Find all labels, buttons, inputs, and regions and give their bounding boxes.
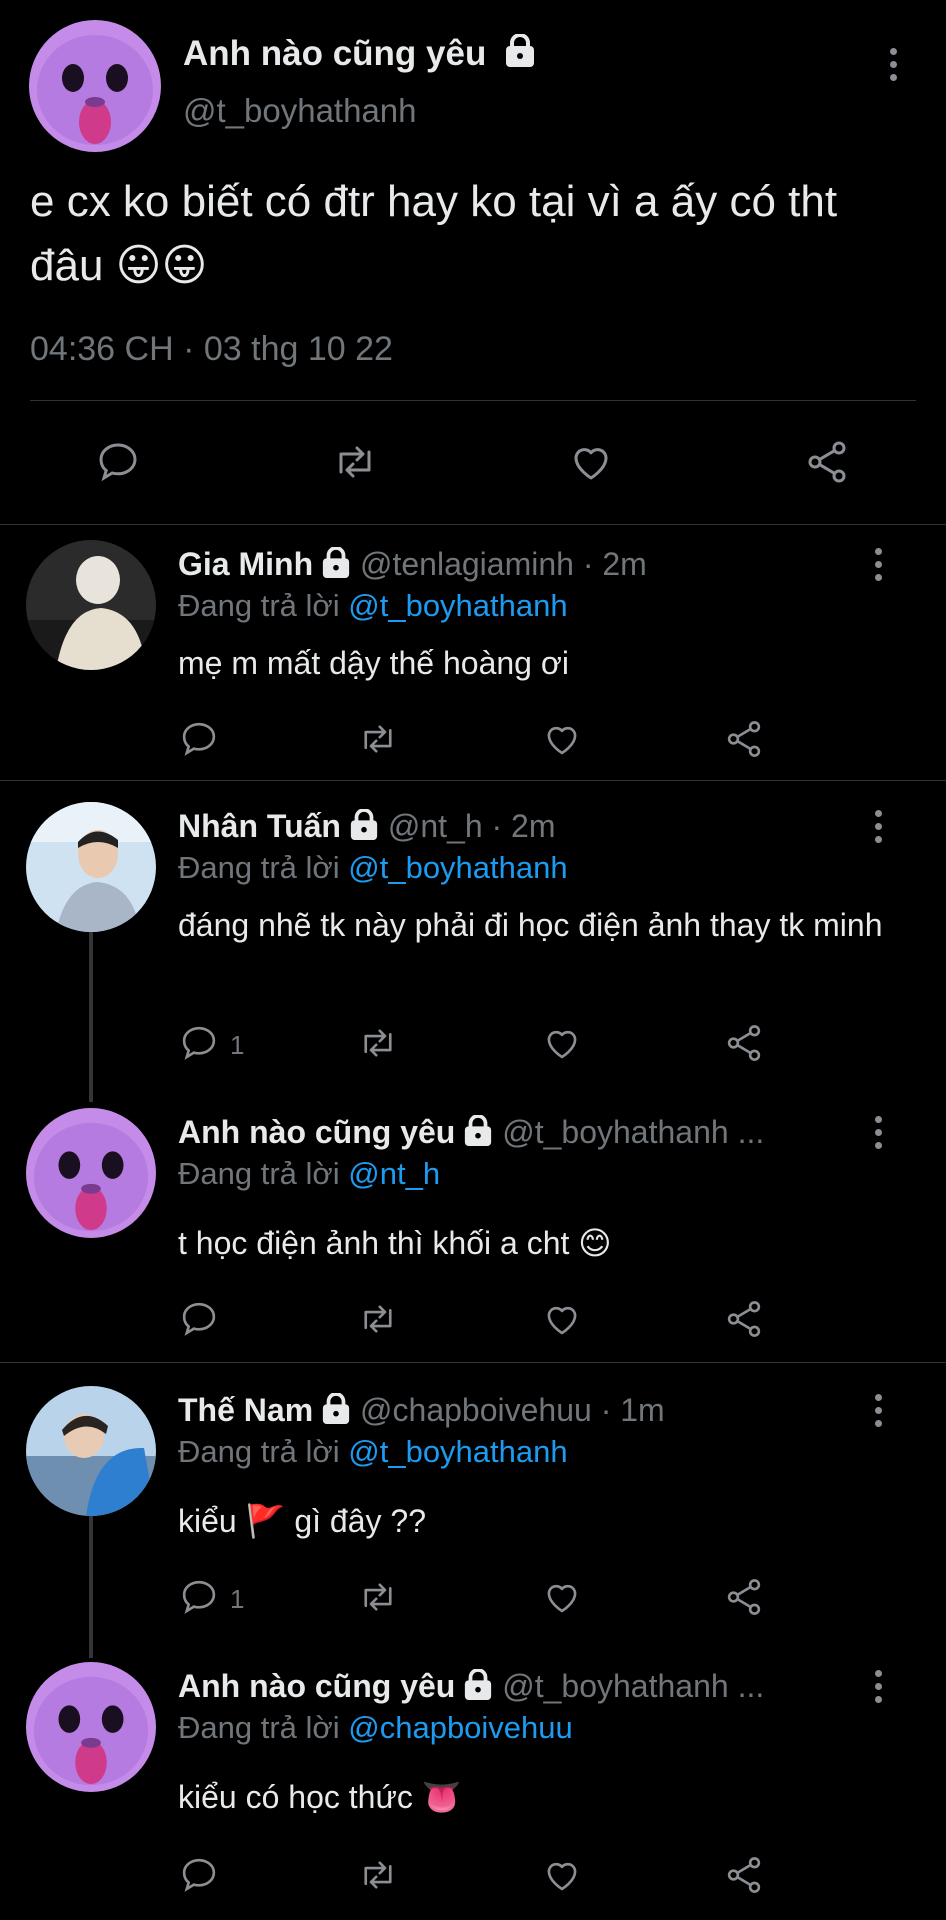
reply-text: kiểu 🚩 gì đây ?? xyxy=(178,1503,426,1539)
more-icon[interactable] xyxy=(872,1670,884,1709)
display-name[interactable]: Gia Minh xyxy=(178,546,313,582)
share-icon[interactable] xyxy=(722,718,766,760)
replying-prefix: Đang trả lời xyxy=(178,1710,340,1745)
thread-line xyxy=(89,932,93,1102)
replying-link[interactable]: @chapboivehuu xyxy=(348,1710,573,1745)
reply-icon[interactable] xyxy=(178,718,220,760)
replying-link[interactable]: @t_boyhathanh xyxy=(348,850,567,885)
lock-icon xyxy=(463,1667,493,1709)
handle-meta[interactable]: @nt_h · 2m xyxy=(388,808,556,844)
lock-icon xyxy=(321,545,351,587)
handle-meta[interactable]: @t_boyhathanh ... xyxy=(502,1668,764,1704)
retweet-icon[interactable] xyxy=(330,438,380,486)
like-icon[interactable] xyxy=(566,438,616,486)
like-icon[interactable] xyxy=(540,1576,584,1618)
replying-prefix: Đang trả lời xyxy=(178,1434,340,1469)
handle-meta[interactable]: @tenlagiaminh · 2m xyxy=(360,546,647,582)
divider xyxy=(0,780,946,781)
display-name: Anh nào cũng yêu xyxy=(183,34,487,73)
replying-to: Đang trả lời @t_boyhathanh xyxy=(178,850,568,886)
like-icon[interactable] xyxy=(540,1298,584,1340)
reply-icon[interactable] xyxy=(94,438,142,486)
retweet-icon[interactable] xyxy=(356,1576,400,1618)
replying-prefix: Đang trả lời xyxy=(178,1156,340,1191)
like-icon[interactable] xyxy=(540,1854,584,1896)
share-icon[interactable] xyxy=(802,438,852,486)
like-icon[interactable] xyxy=(540,718,584,760)
main-author-name[interactable]: Anh nào cũng yêu xyxy=(183,33,536,77)
avatar[interactable] xyxy=(26,1662,156,1792)
share-icon[interactable] xyxy=(722,1022,766,1064)
avatar[interactable] xyxy=(26,1108,156,1238)
main-tweet-text: e cx ko biết có đtr hay ko tại vì a ấy c… xyxy=(30,177,838,290)
display-name[interactable]: Anh nào cũng yêu xyxy=(178,1114,455,1150)
more-icon[interactable] xyxy=(887,48,899,87)
share-icon[interactable] xyxy=(722,1298,766,1340)
more-icon[interactable] xyxy=(872,548,884,587)
share-icon[interactable] xyxy=(722,1576,766,1618)
replying-link[interactable]: @t_boyhathanh xyxy=(348,588,567,623)
reply-count: 1 xyxy=(230,1584,245,1614)
avatar[interactable] xyxy=(26,802,156,932)
main-handle[interactable]: @t_boyhathanh xyxy=(183,92,417,130)
avatar[interactable] xyxy=(26,540,156,670)
share-icon[interactable] xyxy=(722,1854,766,1896)
replying-to: Đang trả lời @nt_h xyxy=(178,1156,440,1192)
lock-icon xyxy=(463,1113,493,1155)
replying-to: Đang trả lời @t_boyhathanh xyxy=(178,1434,568,1470)
reply-icon[interactable] xyxy=(178,1298,220,1340)
lock-icon xyxy=(504,33,536,77)
divider xyxy=(0,524,946,525)
lock-icon xyxy=(321,1391,351,1433)
like-icon[interactable] xyxy=(540,1022,584,1064)
display-name[interactable]: Nhân Tuấn xyxy=(178,808,341,844)
avatar[interactable] xyxy=(26,1386,156,1516)
reply-text: t học điện ảnh thì khối a cht 😊 xyxy=(178,1225,612,1261)
handle-meta[interactable]: @t_boyhathanh ... xyxy=(502,1114,764,1150)
reply-header: Anh nào cũng yêu @t_boyhathanh ... xyxy=(178,1667,764,1709)
more-icon[interactable] xyxy=(872,1394,884,1433)
reply-count: 1 xyxy=(230,1030,245,1060)
lock-icon xyxy=(349,807,379,849)
replying-prefix: Đang trả lời xyxy=(178,588,340,623)
reply-header: Thế Nam @chapboivehuu · 1m xyxy=(178,1391,665,1433)
reply-text: kiểu có học thức 👅 xyxy=(178,1779,462,1815)
reply-text: mẹ m mất dậy thế hoàng ơi xyxy=(178,645,569,681)
replying-link[interactable]: @nt_h xyxy=(348,1156,440,1191)
reply-text: đáng nhẽ tk này phải đi học điện ảnh tha… xyxy=(178,907,883,943)
replying-prefix: Đang trả lời xyxy=(178,850,340,885)
retweet-icon[interactable] xyxy=(356,1854,400,1896)
reply-icon[interactable] xyxy=(178,1022,220,1064)
reply-icon[interactable] xyxy=(178,1854,220,1896)
handle-meta[interactable]: @chapboivehuu · 1m xyxy=(360,1392,665,1428)
display-name[interactable]: Thế Nam xyxy=(178,1392,313,1428)
more-icon[interactable] xyxy=(872,1116,884,1155)
retweet-icon[interactable] xyxy=(356,1022,400,1064)
main-divider xyxy=(30,400,916,401)
more-icon[interactable] xyxy=(872,810,884,849)
reply-icon[interactable] xyxy=(178,1576,220,1618)
thread-line xyxy=(89,1516,93,1658)
reply-header: Anh nào cũng yêu @t_boyhathanh ... xyxy=(178,1113,764,1155)
replying-to: Đang trả lời @t_boyhathanh xyxy=(178,588,568,624)
retweet-icon[interactable] xyxy=(356,718,400,760)
divider xyxy=(0,1362,946,1363)
reply-header: Nhân Tuấn @nt_h · 2m xyxy=(178,807,556,849)
replying-link[interactable]: @t_boyhathanh xyxy=(348,1434,567,1469)
replying-to: Đang trả lời @chapboivehuu xyxy=(178,1710,573,1746)
avatar[interactable] xyxy=(29,20,161,152)
reply-header: Gia Minh @tenlagiaminh · 2m xyxy=(178,545,647,587)
display-name[interactable]: Anh nào cũng yêu xyxy=(178,1668,455,1704)
main-timestamp[interactable]: 04:36 CH · 03 thg 10 22 xyxy=(30,330,393,369)
retweet-icon[interactable] xyxy=(356,1298,400,1340)
